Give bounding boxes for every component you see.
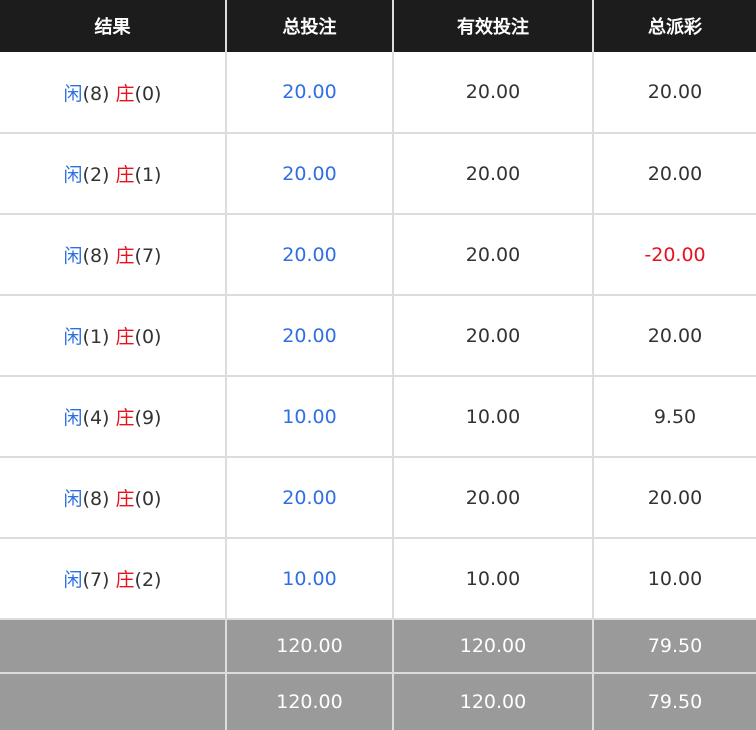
player-label: 闲 — [63, 488, 83, 510]
table-row: 闲(2) 庄(1) 20.00 20.00 20.00 — [0, 133, 756, 215]
player-label: 闲 — [63, 245, 83, 267]
payout-cell: 20.00 — [592, 133, 756, 215]
banker-score: (0) — [134, 326, 162, 348]
payout-cell: 20.00 — [592, 52, 756, 134]
banker-label: 庄 — [115, 569, 135, 591]
header-result: 结果 — [0, 0, 226, 52]
summary-valid-bet: 120.00 — [392, 619, 593, 674]
table-row: 闲(4) 庄(9) 10.00 10.00 9.50 — [0, 376, 756, 458]
payout-cell: 10.00 — [592, 538, 756, 620]
summary-total-bet: 120.00 — [225, 619, 393, 674]
payout-cell: 20.00 — [592, 457, 756, 539]
player-score: (7) — [82, 569, 110, 591]
banker-score: (1) — [134, 164, 162, 186]
banker-score: (0) — [134, 488, 162, 510]
result-cell: 闲(2) 庄(1) — [0, 133, 226, 215]
player-score: (8) — [82, 488, 110, 510]
valid-bet-cell: 10.00 — [392, 538, 593, 620]
player-label: 闲 — [63, 82, 83, 105]
result-cell: 闲(8) 庄(0) — [0, 52, 226, 134]
table-row: 闲(8) 庄(7) 20.00 20.00 -20.00 — [0, 214, 756, 296]
player-label: 闲 — [63, 164, 83, 186]
summary-section: 120.00 120.00 79.50 120.00 120.00 79.50 — [0, 619, 756, 730]
table-row: 闲(8) 庄(0) 20.00 20.00 20.00 — [0, 457, 756, 539]
summary-row: 120.00 120.00 79.50 — [0, 619, 756, 674]
result-cell: 闲(1) 庄(0) — [0, 295, 226, 377]
valid-bet-cell: 20.00 — [392, 52, 593, 134]
player-score: (1) — [82, 326, 110, 348]
payout-cell: 20.00 — [592, 295, 756, 377]
header-total-bet: 总投注 — [225, 0, 393, 52]
banker-label: 庄 — [115, 164, 135, 186]
summary-label-cell — [0, 619, 226, 674]
valid-bet-cell: 20.00 — [392, 295, 593, 377]
table-row: 闲(8) 庄(0) 20.00 20.00 20.00 — [0, 52, 756, 134]
payout-cell: -20.00 — [592, 214, 756, 296]
player-score: (4) — [82, 407, 110, 429]
summary-payout: 79.50 — [592, 673, 756, 730]
header-total-payout: 总派彩 — [592, 0, 756, 52]
total-bet-cell: 20.00 — [225, 52, 393, 134]
player-score: (8) — [82, 82, 110, 105]
summary-payout: 79.50 — [592, 619, 756, 674]
player-score: (2) — [82, 164, 110, 186]
table-row: 闲(1) 庄(0) 20.00 20.00 20.00 — [0, 295, 756, 377]
total-bet-cell: 10.00 — [225, 538, 393, 620]
payout-cell: 9.50 — [592, 376, 756, 458]
banker-score: (2) — [134, 569, 162, 591]
result-cell: 闲(4) 庄(9) — [0, 376, 226, 458]
player-label: 闲 — [63, 326, 83, 348]
banker-score: (9) — [134, 407, 162, 429]
table-row: 闲(7) 庄(2) 10.00 10.00 10.00 — [0, 538, 756, 620]
valid-bet-cell: 20.00 — [392, 133, 593, 215]
valid-bet-cell: 10.00 — [392, 376, 593, 458]
total-bet-cell: 20.00 — [225, 295, 393, 377]
banker-score: (0) — [134, 82, 162, 105]
table-body: 闲(8) 庄(0) 20.00 20.00 20.00 闲(2) 庄(1) 20… — [0, 52, 756, 620]
banker-label: 庄 — [115, 245, 135, 267]
banker-score: (7) — [134, 245, 162, 267]
total-bet-cell: 20.00 — [225, 214, 393, 296]
result-cell: 闲(8) 庄(0) — [0, 457, 226, 539]
summary-row: 120.00 120.00 79.50 — [0, 673, 756, 730]
summary-valid-bet: 120.00 — [392, 673, 593, 730]
player-label: 闲 — [63, 569, 83, 591]
bet-history-table: 结果 总投注 有效投注 总派彩 闲(8) 庄(0) 20.00 20.00 20… — [0, 0, 756, 730]
result-cell: 闲(8) 庄(7) — [0, 214, 226, 296]
result-cell: 闲(7) 庄(2) — [0, 538, 226, 620]
valid-bet-cell: 20.00 — [392, 457, 593, 539]
banker-label: 庄 — [115, 488, 135, 510]
banker-label: 庄 — [115, 82, 135, 105]
player-label: 闲 — [63, 407, 83, 429]
banker-label: 庄 — [115, 326, 135, 348]
total-bet-cell: 10.00 — [225, 376, 393, 458]
header-valid-bet: 有效投注 — [392, 0, 593, 52]
banker-label: 庄 — [115, 407, 135, 429]
summary-total-bet: 120.00 — [225, 673, 393, 730]
player-score: (8) — [82, 245, 110, 267]
total-bet-cell: 20.00 — [225, 457, 393, 539]
table-header: 结果 总投注 有效投注 总派彩 — [0, 0, 756, 52]
valid-bet-cell: 20.00 — [392, 214, 593, 296]
summary-label-cell — [0, 673, 226, 730]
header-row: 结果 总投注 有效投注 总派彩 — [0, 0, 756, 52]
total-bet-cell: 20.00 — [225, 133, 393, 215]
